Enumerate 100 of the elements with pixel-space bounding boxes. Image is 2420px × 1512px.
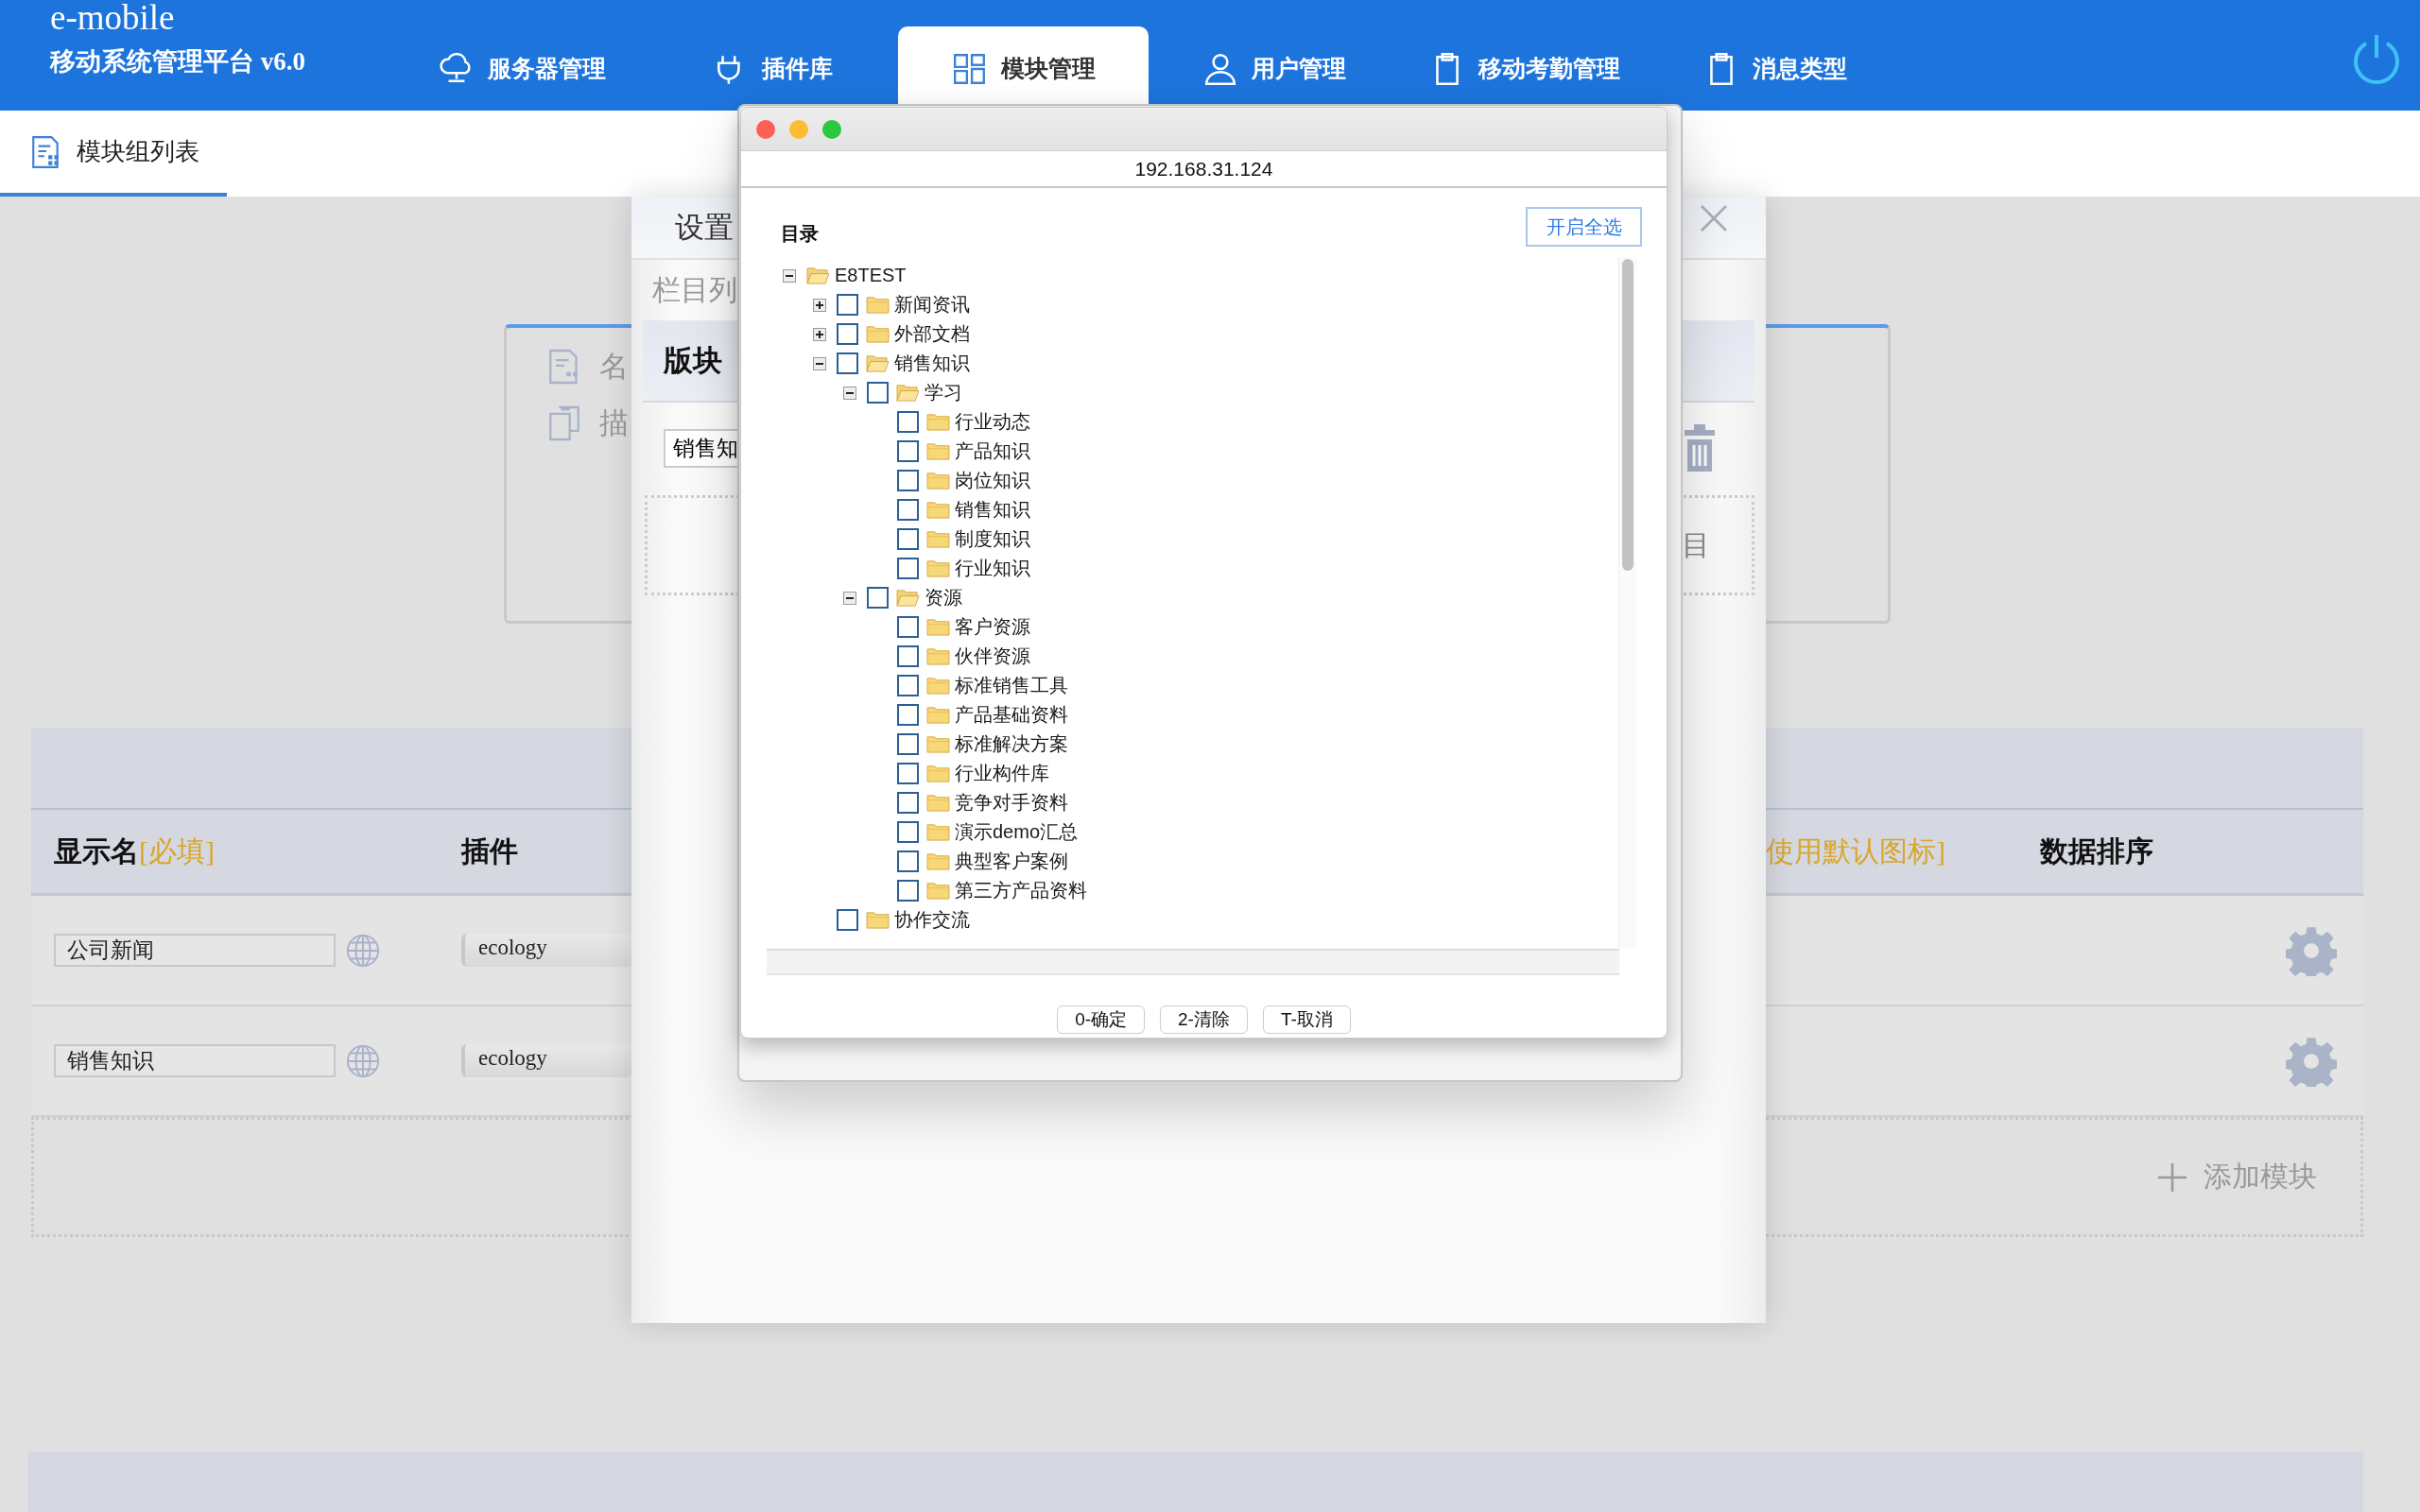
checkbox[interactable] [837, 294, 858, 316]
tree-item[interactable]: 新闻资讯 [894, 292, 970, 318]
tree-item[interactable]: 协作交流 [894, 907, 970, 933]
folder-icon [926, 676, 950, 696]
document-icon [31, 134, 61, 169]
checkbox[interactable] [897, 645, 919, 667]
open-folder-icon [896, 383, 920, 403]
tree-item[interactable]: 演示demo汇总 [955, 819, 1079, 845]
folder-icon [926, 764, 950, 783]
checkbox[interactable] [837, 323, 858, 345]
folder-icon [926, 851, 950, 871]
checkbox[interactable] [837, 352, 858, 374]
checkbox[interactable] [897, 792, 919, 814]
document-icon [548, 348, 580, 386]
tree-item[interactable]: 资源 [925, 585, 962, 610]
tree-item[interactable]: 学习 [925, 380, 962, 405]
folder-icon [926, 441, 950, 461]
page-tab[interactable]: 模块组列表 [0, 111, 227, 197]
app-subtitle: 移动系统管理平台 v6.0 [50, 46, 306, 77]
plugin-select[interactable]: ecology [461, 934, 631, 967]
collapse-icon[interactable] [813, 356, 826, 370]
tree-item[interactable]: 标准解决方案 [955, 731, 1068, 757]
checkbox[interactable] [837, 909, 858, 931]
open-folder-icon [896, 588, 920, 608]
tree-item[interactable]: 制度知识 [955, 526, 1030, 552]
tree-item[interactable]: 行业知识 [955, 556, 1030, 581]
folder-icon [926, 793, 950, 813]
tree-item[interactable]: 伙伴资源 [955, 644, 1030, 669]
checkbox[interactable] [897, 821, 919, 843]
folder-icon [926, 881, 950, 901]
checkbox[interactable] [897, 880, 919, 902]
address-text: 192.168.31.124 [1134, 157, 1273, 180]
checkbox[interactable] [897, 558, 919, 579]
folder-icon [926, 412, 950, 432]
tree-item[interactable]: 产品知识 [955, 438, 1030, 464]
open-folder-icon [806, 266, 830, 285]
section-title: 目录 [781, 222, 819, 246]
app-logo: e-mobile [50, 0, 176, 36]
tree-item[interactable]: 行业动态 [955, 409, 1030, 435]
collapse-icon[interactable] [843, 386, 856, 400]
tree-item[interactable]: 客户资源 [955, 614, 1030, 640]
tree-item[interactable]: E8TEST [835, 265, 907, 286]
dialog-button[interactable]: 2-清除 [1160, 1005, 1248, 1034]
tree-item[interactable]: 产品基础资料 [955, 702, 1068, 728]
checkbox[interactable] [897, 411, 919, 433]
checkbox[interactable] [867, 587, 889, 609]
tree-item[interactable]: 竞争对手资料 [955, 790, 1068, 816]
scrollbar[interactable] [1618, 257, 1636, 949]
folder-icon [926, 500, 950, 520]
select-all-button[interactable]: 开启全选 [1526, 207, 1642, 247]
name-field[interactable]: 公司新闻 [54, 934, 336, 967]
panel-title: 设置 [675, 209, 734, 246]
folder-icon [866, 910, 890, 930]
folder-icon [926, 471, 950, 490]
checkbox[interactable] [897, 704, 919, 726]
tree-item[interactable]: 销售知识 [955, 497, 1030, 523]
collapse-icon[interactable] [783, 268, 796, 283]
plus-icon [2158, 1162, 2187, 1192]
checkbox[interactable] [897, 733, 919, 755]
checkbox[interactable] [897, 675, 919, 696]
close-button[interactable] [756, 119, 775, 139]
clipboard-icon [548, 404, 580, 442]
folder-icon [926, 617, 950, 637]
folder-icon [926, 734, 950, 754]
tree-item[interactable]: 外部文档 [894, 321, 970, 347]
checkbox[interactable] [897, 440, 919, 462]
dialog-button[interactable]: 0-确定 [1057, 1005, 1146, 1034]
folder-icon [866, 295, 890, 315]
checkbox[interactable] [897, 850, 919, 872]
tree-item[interactable]: 岗位知识 [955, 468, 1030, 493]
section-title: 栏目列 [652, 273, 737, 307]
nav-tab[interactable]: 服务器管理 [397, 26, 648, 111]
tree-item[interactable]: 典型客户案例 [955, 849, 1068, 874]
checkbox[interactable] [897, 616, 919, 638]
folder-icon [926, 558, 950, 578]
tree-item[interactable]: 行业构件库 [955, 761, 1049, 786]
tree-item[interactable]: 销售知识 [894, 351, 970, 376]
checkbox[interactable] [897, 528, 919, 550]
plugin-select[interactable]: ecology [461, 1044, 631, 1077]
folder-icon [926, 646, 950, 666]
folder-icon [926, 529, 950, 549]
folder-icon [926, 822, 950, 842]
expand-icon[interactable] [813, 298, 826, 312]
checkbox[interactable] [897, 470, 919, 491]
checkbox[interactable] [897, 763, 919, 784]
column-header: 插件 [461, 833, 518, 868]
collapse-icon[interactable] [843, 591, 856, 605]
grid-icon [951, 52, 988, 85]
tree-item[interactable]: 第三方产品资料 [955, 878, 1087, 903]
expand-icon[interactable] [813, 327, 826, 341]
column-header: 版块 [664, 342, 722, 379]
dialog-button[interactable]: T-取消 [1262, 1005, 1351, 1034]
checkbox[interactable] [897, 499, 919, 521]
folder-icon [866, 324, 890, 344]
horizontal-scrollbar[interactable] [767, 949, 1619, 975]
checkbox[interactable] [867, 382, 889, 404]
nav-tab[interactable]: 消息类型 [1650, 26, 1900, 111]
name-field[interactable]: 销售知识 [54, 1044, 336, 1077]
tree-item[interactable]: 标准销售工具 [955, 673, 1068, 698]
folder-icon [926, 705, 950, 725]
